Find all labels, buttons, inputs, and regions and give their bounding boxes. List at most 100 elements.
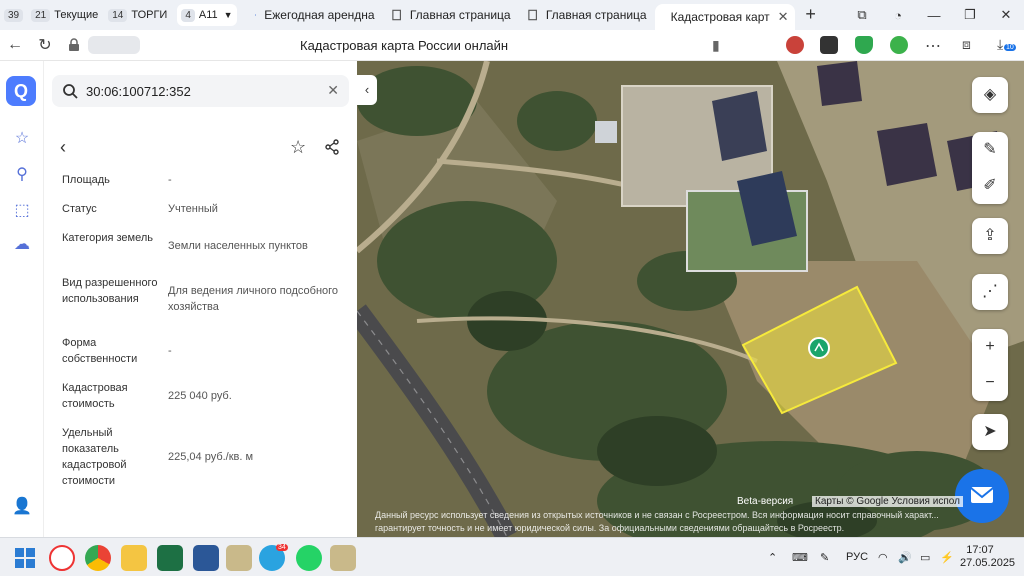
keyboard-icon[interactable]: ⌨ xyxy=(792,551,808,564)
back-arrow-icon[interactable]: ‹ xyxy=(60,137,66,158)
new-tab-button[interactable]: + xyxy=(801,5,821,25)
page-icon xyxy=(527,9,537,21)
wifi-icon[interactable]: ◠ xyxy=(878,551,888,564)
search-input[interactable] xyxy=(86,81,316,101)
chevron-down-icon[interactable]: ▼ xyxy=(224,10,233,20)
map-attribution[interactable]: Карты © Google Условия испол xyxy=(812,496,963,507)
reload-button[interactable]: ↻ xyxy=(30,35,60,55)
parcel-marker-icon[interactable] xyxy=(808,337,830,359)
field-value: - xyxy=(168,174,172,186)
zoom-out-button[interactable]: − xyxy=(972,365,1008,401)
address-bar: ← ↻ Кадастровая карта России онлайн ▮ ⋯ … xyxy=(0,30,1024,61)
layers-icon[interactable]: ◈ xyxy=(972,77,1008,113)
favorite-star-icon[interactable]: ☆ xyxy=(290,137,306,158)
clear-search-icon[interactable]: ✕ xyxy=(327,82,339,99)
left-rail: Q ☆ ⚲ ⬚ ☁ 👤 xyxy=(0,61,44,537)
tab-group-torgi[interactable]: 14 ТОРГИ xyxy=(108,4,173,26)
upload-icon[interactable]: ⇪ xyxy=(972,218,1008,254)
tab-annual-rent[interactable]: Ежегодная арендна xyxy=(247,3,383,27)
edit-icon[interactable]: ✐ xyxy=(972,168,1008,204)
pen-icon[interactable]: ✎ xyxy=(820,551,829,564)
lock-icon[interactable] xyxy=(66,37,82,53)
share-icon[interactable] xyxy=(324,139,340,155)
whatsapp-icon[interactable] xyxy=(296,545,322,571)
chevron-up-icon[interactable]: ⌃ xyxy=(768,551,777,564)
close-window-button[interactable]: ✕ xyxy=(988,7,1024,23)
search-icon xyxy=(63,84,78,99)
field-label: Площадь xyxy=(62,174,110,186)
star-icon[interactable]: ☆ xyxy=(12,129,32,149)
locate-icon[interactable]: ➤ xyxy=(972,414,1008,450)
tab-group-1[interactable]: 39 xyxy=(4,4,27,26)
clock-date: 27.05.2025 xyxy=(960,557,1016,569)
app-logo[interactable]: Q xyxy=(6,76,36,106)
field-label: Статус xyxy=(62,203,97,215)
language-indicator[interactable]: РУС xyxy=(846,551,868,563)
beta-label: Beta-версия xyxy=(737,496,794,507)
map-tool-share: ⋰ xyxy=(972,274,1008,310)
excel-icon[interactable] xyxy=(157,545,183,571)
page-title: Кадастровая карта России онлайн xyxy=(300,38,509,53)
taskbar: 34 ⌃ ⌨ ✎ РУС ◠ 🔊 ▭ ⚡ 17:07 27.05.2025 xyxy=(0,537,1024,576)
chrome-icon[interactable] xyxy=(85,545,111,571)
extension-icon[interactable] xyxy=(786,36,804,54)
bookmark-icon[interactable]: ▮ xyxy=(712,37,720,54)
zoom-in-button[interactable]: + xyxy=(972,329,1008,365)
tab-group-count: 21 xyxy=(31,8,51,22)
minimize-button[interactable]: — xyxy=(916,8,952,23)
tab-group-a11[interactable]: 4 А11 ▼ xyxy=(177,4,237,26)
tab-group-label: А11 xyxy=(198,9,218,21)
telegram-unread-badge: 34 xyxy=(276,544,288,551)
url-field[interactable] xyxy=(88,36,140,54)
shield-icon[interactable] xyxy=(855,36,873,54)
close-icon[interactable]: ✕ xyxy=(778,9,789,25)
word-icon[interactable] xyxy=(193,545,219,571)
cloud-icon[interactable]: ☁ xyxy=(12,235,32,255)
collapse-panel-button[interactable]: ‹ xyxy=(357,75,377,105)
clock[interactable]: 17:07 27.05.2025 xyxy=(960,544,1016,570)
share-icon[interactable]: ⋰ xyxy=(972,274,1008,310)
selection-icon[interactable]: ⬚ xyxy=(12,201,32,221)
tab-main-page-1[interactable]: Главная страница xyxy=(383,3,519,27)
battery-icon[interactable]: ▭ xyxy=(920,551,930,564)
download-count-badge: 10 xyxy=(1004,44,1016,51)
satellite-map[interactable]: ◈ ✎ ✐ ⇪ ⋰ + − ➤ Beta-версия Карты © Goog… xyxy=(357,61,1024,537)
clock-time: 17:07 xyxy=(966,544,994,556)
search-box: ✕ xyxy=(52,75,349,107)
app-icon[interactable] xyxy=(330,545,356,571)
map-tool-layers: ◈ xyxy=(972,77,1008,113)
yandex-browser-icon[interactable] xyxy=(49,545,75,571)
volume-icon[interactable]: 🔊 xyxy=(898,551,912,564)
pin-icon[interactable]: ⚲ xyxy=(12,165,32,185)
more-icon[interactable]: ⋯ xyxy=(925,36,943,55)
field-value: Учтенный xyxy=(168,203,218,215)
field-label: Категория земель xyxy=(62,232,153,244)
field-label: Вид разрешенного использования xyxy=(62,277,158,305)
extension-icon[interactable] xyxy=(820,36,838,54)
tab-cadastre-map[interactable]: Кадастровая карт ✕ xyxy=(654,4,795,30)
emblem-icon xyxy=(254,14,256,16)
extension-icon[interactable] xyxy=(890,36,908,54)
map-tool-group-draw: ✎ ✐ xyxy=(972,132,1008,204)
field-value: 225 040 руб. xyxy=(168,390,232,402)
tab-group-current[interactable]: 21 Текущие xyxy=(31,4,104,26)
file-explorer-icon[interactable] xyxy=(121,545,147,571)
browser-tab-strip: 39 21 Текущие 14 ТОРГИ 4 А11 ▼ Ежегодная… xyxy=(0,0,1024,30)
maximize-button[interactable]: ❐ xyxy=(952,7,988,23)
tab-main-page-2[interactable]: Главная страница xyxy=(519,3,655,27)
tab-label: Ежегодная арендна xyxy=(264,8,375,22)
profile-icon[interactable]: ◔ xyxy=(880,8,916,23)
power-icon[interactable]: ⚡ xyxy=(940,551,954,564)
field-label: Удельный показатель кадастровой стоимост… xyxy=(62,427,127,487)
bookmarks-icon[interactable]: ⧉ xyxy=(844,7,880,23)
field-label: Кадастровая стоимость xyxy=(62,382,128,410)
back-button[interactable]: ← xyxy=(0,36,30,54)
field-value: 225,04 руб./кв. м xyxy=(168,451,254,463)
user-icon[interactable]: 👤 xyxy=(12,497,32,517)
app-icon[interactable] xyxy=(226,545,252,571)
tab-group-count: 39 xyxy=(4,8,24,22)
tab-group-count: 14 xyxy=(108,8,128,22)
extensions-icon[interactable]: ⧈ xyxy=(962,36,980,54)
windows-start-icon[interactable] xyxy=(12,545,38,571)
ruler-icon[interactable]: ✎ xyxy=(972,132,1008,168)
